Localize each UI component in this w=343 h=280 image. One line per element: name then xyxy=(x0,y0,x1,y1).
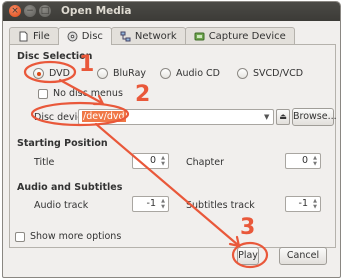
arrow-1-line xyxy=(58,78,104,105)
step-2-number: 2 xyxy=(135,82,151,107)
tab-disc-label: Disc xyxy=(81,31,103,42)
step-3-number: 3 xyxy=(240,215,256,240)
disc-icon xyxy=(67,31,78,42)
disc-device-highlight-circle xyxy=(30,101,130,127)
step-1-number: 1 xyxy=(79,52,95,77)
arrow-2-line xyxy=(94,122,240,247)
tab-disc[interactable]: Disc xyxy=(57,27,112,45)
dvd-highlight-circle xyxy=(23,60,77,84)
annotation-overlay xyxy=(23,60,269,269)
